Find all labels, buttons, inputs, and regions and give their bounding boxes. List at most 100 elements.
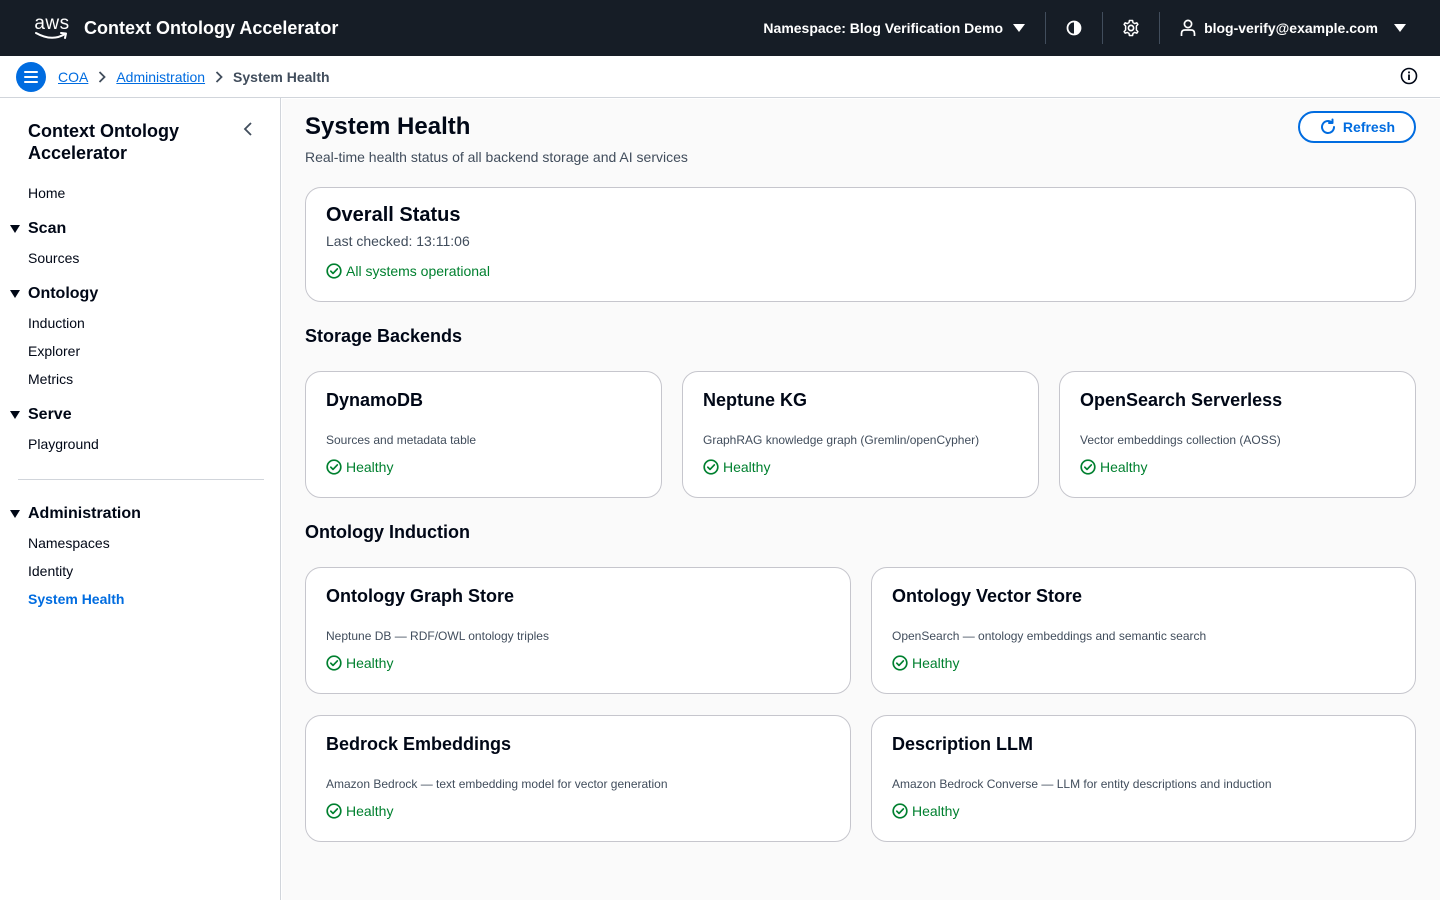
app-title: Context Ontology Accelerator <box>84 17 339 38</box>
induction-card-bedrock-embeddings: Bedrock Embeddings Amazon Bedrock — text… <box>305 715 851 842</box>
breadcrumb-current: System Health <box>233 68 330 85</box>
contrast-icon <box>1066 20 1082 36</box>
sidebar-item-metrics[interactable]: Metrics <box>28 371 73 387</box>
collapse-sidebar-button[interactable] <box>240 120 256 143</box>
overall-status-card: Overall Status Last checked: 13:11:06 Al… <box>305 187 1416 302</box>
card-title: Description LLM <box>892 734 1034 754</box>
info-icon[interactable] <box>1400 67 1418 90</box>
sidebar-divider <box>18 479 264 480</box>
check-circle-icon <box>326 803 342 819</box>
sidebar-group-label: Administration <box>28 505 141 522</box>
breadcrumb-link-coa[interactable]: COA <box>58 69 88 85</box>
sidebar-group-ontology[interactable]: Ontology <box>10 285 98 303</box>
aws-smile-icon <box>35 32 67 39</box>
namespace-selector[interactable]: Namespace: Blog Verification Demo <box>743 0 1045 56</box>
status-text: Healthy <box>723 459 771 475</box>
status-indicator: Healthy <box>892 803 959 819</box>
section-title-storage: Storage Backends <box>305 326 463 346</box>
status-text: All systems operational <box>346 263 490 279</box>
aws-logo: aws <box>32 13 72 43</box>
card-title: Bedrock Embeddings <box>326 734 512 754</box>
theme-toggle-button[interactable] <box>1046 0 1102 56</box>
card-subtitle: Neptune DB — RDF/OWL ontology triples <box>326 629 549 643</box>
status-indicator: Healthy <box>326 459 393 475</box>
sidebar-item-induction[interactable]: Induction <box>28 315 85 331</box>
top-navigation: aws Context Ontology Accelerator Namespa… <box>0 0 1440 56</box>
sidebar-group-label: Serve <box>28 406 72 423</box>
sidebar-group-serve[interactable]: Serve <box>10 406 72 424</box>
card-subtitle: Amazon Bedrock Converse — LLM for entity… <box>892 777 1272 791</box>
storage-card-dynamodb: DynamoDB Sources and metadata table Heal… <box>305 371 662 498</box>
caret-down-icon <box>10 290 20 298</box>
card-subtitle: Sources and metadata table <box>326 433 477 447</box>
sidebar-item-identity[interactable]: Identity <box>28 563 73 579</box>
card-title: Overall Status <box>326 204 461 226</box>
sidebar-group-scan[interactable]: Scan <box>10 220 66 238</box>
sidebar-group-administration[interactable]: Administration <box>10 505 141 523</box>
gear-icon <box>1123 19 1139 37</box>
status-text: Healthy <box>346 459 394 475</box>
induction-card-vector-store: Ontology Vector Store OpenSearch — ontol… <box>871 567 1416 694</box>
sidebar-item-sources[interactable]: Sources <box>28 250 79 266</box>
sidebar-group-label: Scan <box>28 220 67 237</box>
sidebar-item-namespaces[interactable]: Namespaces <box>28 535 110 551</box>
storage-card-neptune-kg: Neptune KG GraphRAG knowledge graph (Gre… <box>682 371 1039 498</box>
settings-button[interactable] <box>1103 0 1159 56</box>
check-circle-icon <box>703 459 719 475</box>
sidebar-item-system-health[interactable]: System Health <box>28 591 124 607</box>
caret-down-icon <box>1394 24 1406 32</box>
refresh-icon <box>1320 118 1335 134</box>
card-title: Ontology Vector Store <box>892 586 1083 606</box>
status-text: Healthy <box>912 803 960 819</box>
brand[interactable]: aws Context Ontology Accelerator <box>32 0 338 56</box>
main-content: System Health Real-time health status of… <box>282 99 1440 900</box>
page-title: System Health <box>305 113 471 140</box>
caret-down-icon <box>10 411 20 419</box>
status-indicator: Healthy <box>892 655 959 671</box>
card-title: Neptune KG <box>703 390 808 410</box>
card-subtitle: Amazon Bedrock — text embedding model fo… <box>326 777 668 791</box>
chevron-right-icon <box>98 70 107 83</box>
status-text: Healthy <box>1100 459 1148 475</box>
status-text: Healthy <box>346 655 394 671</box>
card-subtitle: OpenSearch — ontology embeddings and sem… <box>892 629 1207 643</box>
sidebar-title[interactable]: Context Ontology Accelerator <box>28 120 228 164</box>
breadcrumb-link-administration[interactable]: Administration <box>116 69 205 85</box>
storage-card-opensearch: OpenSearch Serverless Vector embeddings … <box>1059 371 1416 498</box>
caret-down-icon <box>1013 24 1026 32</box>
caret-down-icon <box>10 225 20 233</box>
user-menu[interactable]: blog-verify@example.com <box>1160 0 1440 56</box>
status-text: Healthy <box>912 655 960 671</box>
page-description: Real-time health status of all backend s… <box>305 149 688 165</box>
check-circle-icon <box>326 263 342 279</box>
check-circle-icon <box>892 803 908 819</box>
sidebar-item-home[interactable]: Home <box>28 185 65 201</box>
user-email: blog-verify@example.com <box>1204 20 1378 36</box>
card-title: DynamoDB <box>326 390 424 410</box>
namespace-label: Namespace: Blog Verification Demo <box>763 20 1004 36</box>
chevron-left-icon <box>243 122 252 136</box>
status-indicator: Healthy <box>1080 459 1147 475</box>
chevron-right-icon <box>215 70 223 83</box>
sidebar-item-explorer[interactable]: Explorer <box>28 343 80 359</box>
card-subtitle: Vector embeddings collection (AOSS) <box>1080 433 1281 447</box>
user-icon <box>1180 19 1196 36</box>
side-navigation: Context Ontology Accelerator Home Scan S… <box>0 98 281 900</box>
last-checked: Last checked: 13:11:06 <box>326 233 470 249</box>
menu-icon <box>24 70 38 83</box>
card-subtitle: GraphRAG knowledge graph (Gremlin/openCy… <box>703 433 980 447</box>
sidebar-group-label: Ontology <box>28 285 99 302</box>
section-title-induction: Ontology Induction <box>305 522 470 542</box>
status-indicator: Healthy <box>326 655 393 671</box>
breadcrumb-bar: COA Administration System Health <box>0 56 1440 98</box>
status-indicator: All systems operational <box>326 263 490 279</box>
induction-card-description-llm: Description LLM Amazon Bedrock Converse … <box>871 715 1416 842</box>
check-circle-icon <box>892 655 908 671</box>
induction-card-graph-store: Ontology Graph Store Neptune DB — RDF/OW… <box>305 567 851 694</box>
refresh-button[interactable]: Refresh <box>1298 111 1416 143</box>
status-indicator: Healthy <box>703 459 770 475</box>
refresh-label: Refresh <box>1342 119 1396 135</box>
status-indicator: Healthy <box>326 803 393 819</box>
menu-button[interactable] <box>16 61 46 92</box>
sidebar-item-playground[interactable]: Playground <box>28 436 99 452</box>
